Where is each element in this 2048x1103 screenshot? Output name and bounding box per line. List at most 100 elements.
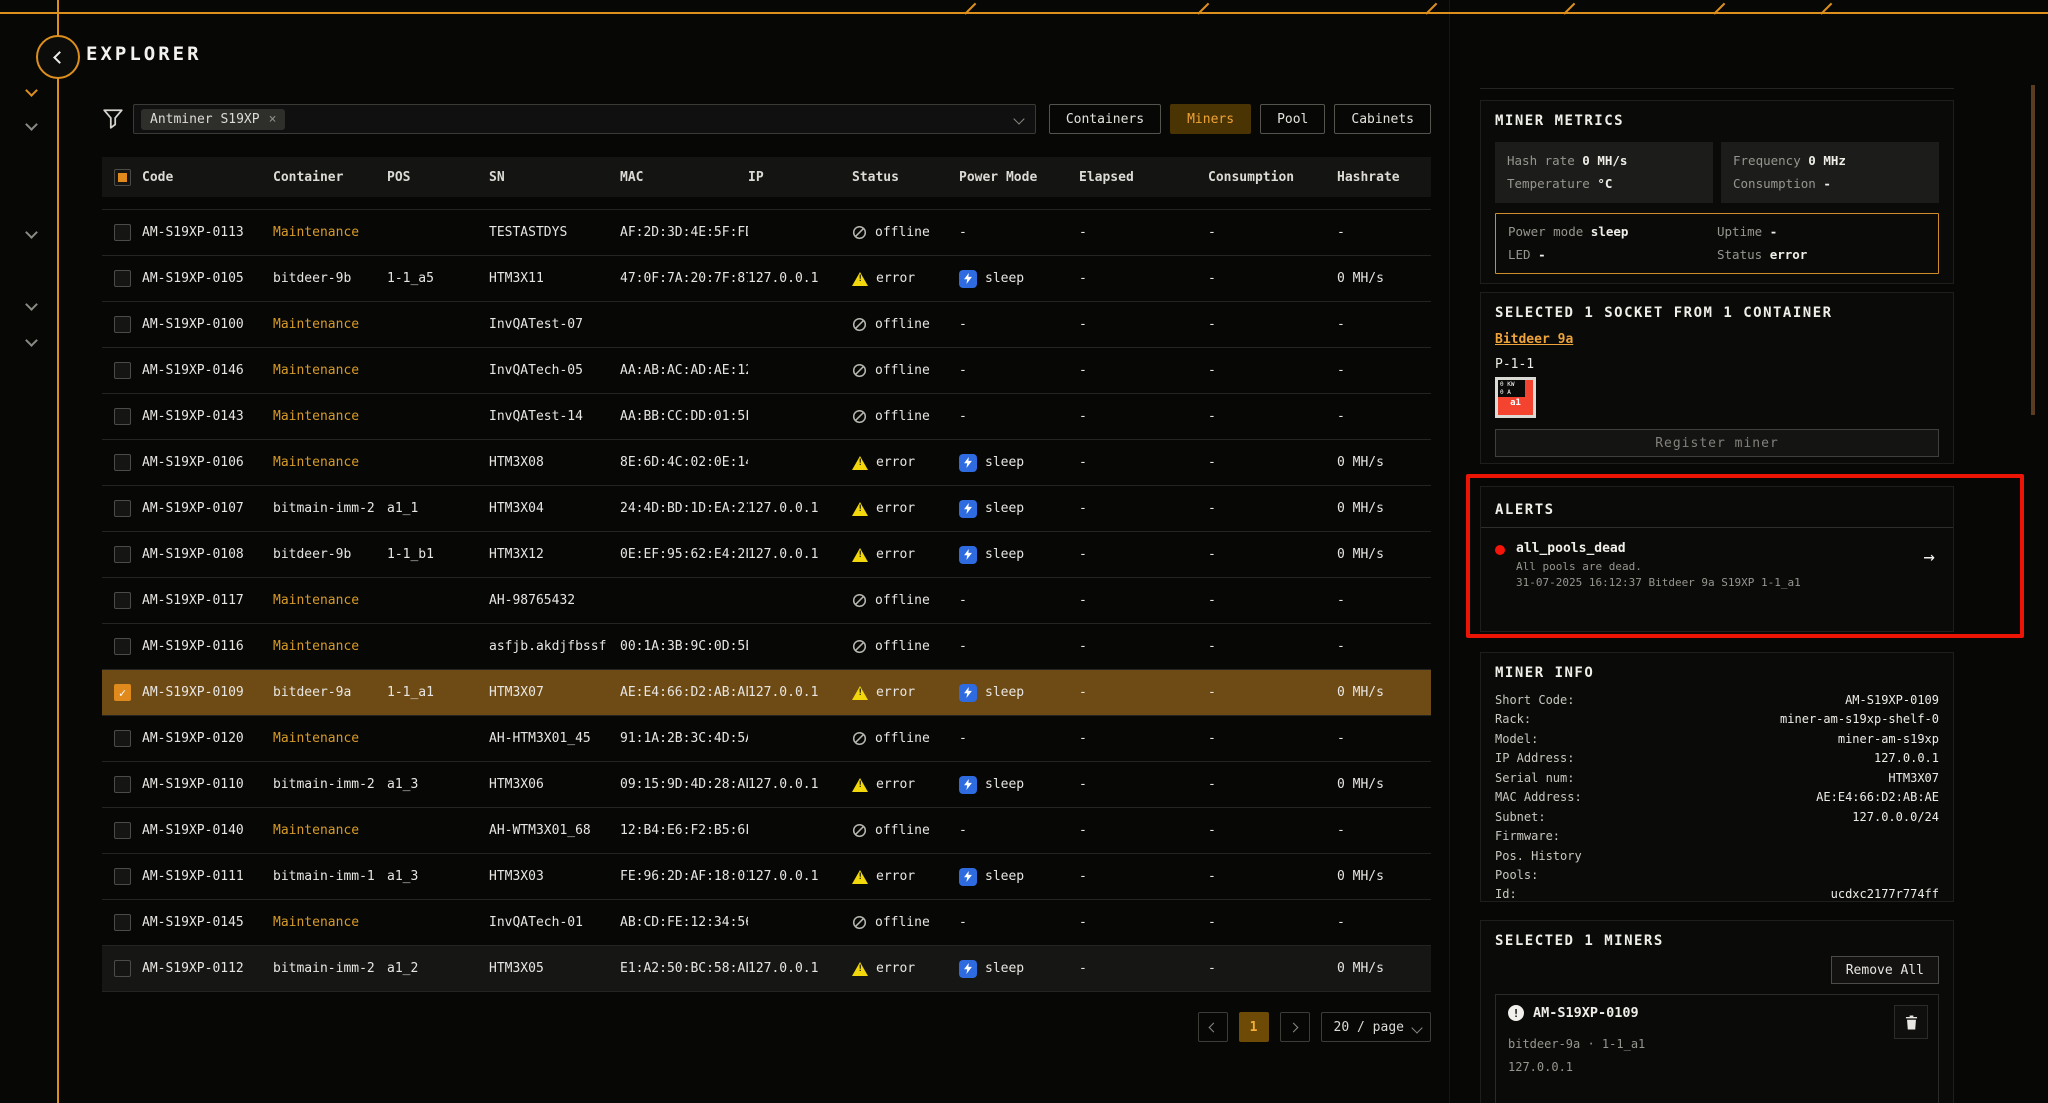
checkbox-icon — [114, 408, 131, 425]
row-checkbox[interactable] — [102, 546, 142, 563]
cell-hashrate: - — [1337, 593, 1431, 608]
row-checkbox[interactable] — [102, 914, 142, 931]
current-page[interactable]: 1 — [1239, 1012, 1269, 1042]
row-checkbox[interactable] — [102, 638, 142, 655]
table-row[interactable]: AM-S19XP-0100MaintenanceInvQATest-07offl… — [102, 302, 1431, 348]
sleep-badge-icon — [959, 960, 977, 978]
view-button-cabinets[interactable]: Cabinets — [1334, 104, 1431, 134]
cell-power-mode: sleep — [959, 776, 1079, 794]
info-value: AM-S19XP-0109 — [1845, 691, 1939, 710]
alert-meta: 31-07-2025 16:12:37 Bitdeer 9a S19XP 1-1… — [1516, 576, 1801, 589]
select-all-checkbox[interactable] — [102, 169, 142, 186]
cell-elapsed: - — [1079, 731, 1208, 746]
cell-hashrate: 0 MH/s — [1337, 961, 1431, 976]
chevron-down-icon[interactable] — [27, 300, 39, 312]
next-page-button[interactable] — [1280, 1012, 1310, 1042]
power-mode-label: - — [959, 823, 967, 838]
checkbox-icon — [114, 454, 131, 471]
table-row[interactable]: AM-S19XP-0117MaintenanceAH-98765432offli… — [102, 578, 1431, 624]
selected-miner-head: AM-S19XP-0109 — [1508, 1005, 1926, 1021]
prev-page-button[interactable] — [1198, 1012, 1228, 1042]
row-checkbox[interactable] — [102, 362, 142, 379]
selected-miner-card: AM-S19XP-0109bitdeer-9a · 1-1_a1127.0.0.… — [1495, 994, 1939, 1103]
cell-consumption: - — [1208, 363, 1337, 378]
cell-code: AM-S19XP-0105 — [142, 271, 273, 286]
alert-open-arrow-icon[interactable] — [1924, 546, 1935, 568]
row-checkbox[interactable] — [102, 454, 142, 471]
socket-tile[interactable]: 0 KW0 A a1 — [1495, 377, 1536, 418]
miner-info-row: Pos. History — [1495, 847, 1939, 866]
row-checkbox[interactable] — [102, 270, 142, 287]
info-value: 127.0.0.1 — [1874, 749, 1939, 768]
power-label: Uptime — [1717, 224, 1770, 239]
back-button[interactable] — [36, 35, 80, 79]
checkbox-icon — [114, 960, 131, 977]
row-checkbox[interactable] — [102, 822, 142, 839]
cell-sn: InvQATech-01 — [489, 915, 620, 930]
cell-status: error — [852, 547, 959, 562]
power-mode-label: - — [959, 731, 967, 746]
column-header: Elapsed — [1079, 170, 1208, 185]
table-row[interactable]: AM-S19XP-0112bitmain-imm-2a1_2HTM3X05E1:… — [102, 946, 1431, 992]
filter-select[interactable]: Antminer S19XP × — [133, 104, 1036, 134]
row-checkbox[interactable] — [102, 868, 142, 885]
miner-info-row: Rack:miner-am-s19xp-shelf-0 — [1495, 710, 1939, 729]
remove-all-button[interactable]: Remove All — [1831, 956, 1939, 984]
cell-ip: 127.0.0.1 — [748, 547, 852, 562]
chevron-down-icon[interactable] — [27, 228, 39, 240]
status-label: error — [876, 869, 915, 884]
table-row[interactable]: AM-S19XP-0111bitmain-imm-1a1_3HTM3X03FE:… — [102, 854, 1431, 900]
cell-power-mode: - — [959, 823, 1079, 838]
remove-filter-icon[interactable]: × — [269, 112, 277, 127]
page-size-select[interactable]: 20 / page — [1321, 1012, 1431, 1042]
power-mode-label: - — [959, 317, 967, 332]
table-row[interactable]: AM-S19XP-0120MaintenanceAH-HTM3X01_4591:… — [102, 716, 1431, 762]
chevron-down-icon[interactable] — [27, 86, 39, 98]
table-row[interactable]: AM-S19XP-0140MaintenanceAH-WTM3X01_6812:… — [102, 808, 1431, 854]
row-checkbox[interactable] — [102, 592, 142, 609]
table-row[interactable]: AM-S19XP-0105bitdeer-9b1-1_a5HTM3X1147:0… — [102, 256, 1431, 302]
metric-value: °C — [1597, 176, 1612, 191]
table-row[interactable]: AM-S19XP-0145MaintenanceInvQATech-01AB:C… — [102, 900, 1431, 946]
row-checkbox[interactable] — [102, 776, 142, 793]
scrollbar[interactable] — [2031, 85, 2035, 415]
alert-item[interactable]: all_pools_deadAll pools are dead.31-07-2… — [1481, 528, 1953, 589]
column-header: Consumption — [1208, 170, 1337, 185]
selected-miner-location: bitdeer-9a · 1-1_a1 — [1508, 1037, 1926, 1051]
table-row[interactable]: AM-S19XP-0146MaintenanceInvQATech-05AA:A… — [102, 348, 1431, 394]
view-button-miners[interactable]: Miners — [1170, 104, 1251, 134]
offline-icon — [852, 593, 867, 608]
row-checkbox[interactable] — [102, 730, 142, 747]
cell-elapsed: - — [1079, 961, 1208, 976]
remove-miner-button[interactable] — [1894, 1005, 1928, 1039]
row-checkbox[interactable] — [102, 500, 142, 517]
table-row[interactable]: AM-S19XP-0107bitmain-imm-2a1_1HTM3X0424:… — [102, 486, 1431, 532]
cell-elapsed: - — [1079, 363, 1208, 378]
row-checkbox[interactable] — [102, 960, 142, 977]
table-row[interactable]: AM-S19XP-0116Maintenanceasfjb.akdjfbssf0… — [102, 624, 1431, 670]
table-row[interactable]: AM-S19XP-0108bitdeer-9b1-1_b1HTM3X120E:E… — [102, 532, 1431, 578]
table-row[interactable]: AM-S19XP-0113MaintenanceTESTASTDYSAF:2D:… — [102, 210, 1431, 256]
info-label: MAC Address: — [1495, 788, 1582, 807]
row-checkbox[interactable] — [102, 684, 142, 701]
container-link[interactable]: Bitdeer 9a — [1495, 332, 1573, 347]
table-row[interactable]: AM-S19XP-0110bitmain-imm-2a1_3HTM3X0609:… — [102, 762, 1431, 808]
register-miner-button[interactable]: Register miner — [1495, 429, 1939, 457]
info-circle-icon — [1508, 1005, 1524, 1021]
checkbox-icon — [114, 776, 131, 793]
pagination: 1 20 / page — [102, 1012, 1431, 1042]
row-checkbox[interactable] — [102, 224, 142, 241]
power-mode-label: - — [959, 363, 967, 378]
row-checkbox[interactable] — [102, 316, 142, 333]
table-row[interactable]: AM-S19XP-0109bitdeer-9a1-1_a1HTM3X07AE:E… — [102, 670, 1431, 716]
cell-sn: HTM3X07 — [489, 685, 620, 700]
view-button-pool[interactable]: Pool — [1260, 104, 1325, 134]
chevron-down-icon[interactable] — [27, 336, 39, 348]
row-checkbox[interactable] — [102, 408, 142, 425]
table-row[interactable]: AM-S19XP-0106MaintenanceHTM3X088E:6D:4C:… — [102, 440, 1431, 486]
table-row[interactable]: AM-S19XP-0143MaintenanceInvQATest-14AA:B… — [102, 394, 1431, 440]
view-button-containers[interactable]: Containers — [1049, 104, 1161, 134]
info-label: Firmware: — [1495, 827, 1560, 846]
chevron-down-icon[interactable] — [27, 120, 39, 132]
alert-name: all_pools_dead — [1516, 541, 1801, 556]
